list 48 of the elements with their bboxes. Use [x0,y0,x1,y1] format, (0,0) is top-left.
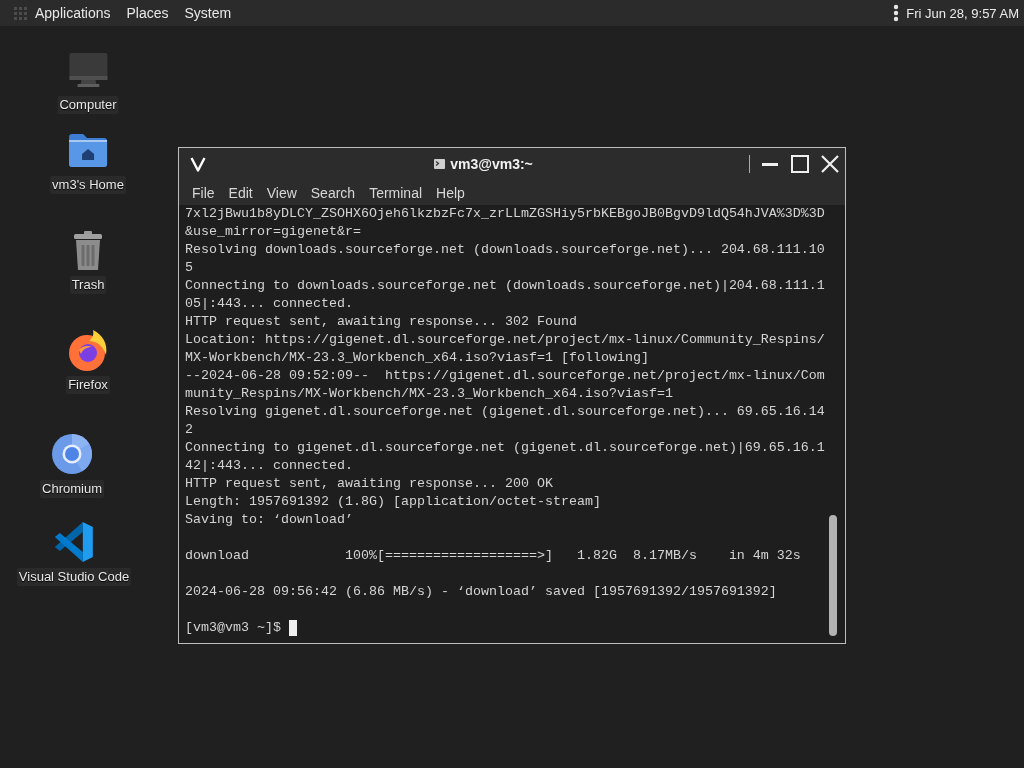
terminal-line: Connecting to gigenet.dl.sourceforge.net (gigenet.dl.sourceforge.net)|69.65.16.1 [185,439,825,457]
vertical-dots-icon[interactable] [893,4,900,22]
menu-item[interactable]: View [259,181,304,204]
menu-item[interactable]: Help [429,181,472,204]
menu-item[interactable]: Edit [221,181,260,204]
panel-menu[interactable]: Applications [27,2,119,24]
window-title: vm3@vm3:~ [450,156,533,172]
terminal-line: &use_mirror=gigenet&r= [185,223,362,241]
terminal-line: munity_Respins/MX-Workbench/MX-23.3_Workbench_x64.iso?viasf=1 [185,385,674,403]
desktop-icon-label[interactable]: Firefox [66,376,110,394]
terminal-line: MX-Workbench/MX-23.3_Workbench_x64.iso?viasf=1 [following] [185,349,650,367]
ribbon-logo-icon[interactable] [52,520,96,564]
desktop-icon-label[interactable]: Trash [69,276,107,294]
terminal-line: 42|:443... connected. [185,457,354,475]
terminal-line: 7xl2jBwu1b8yDLCY_ZSOHX6Ojeh6lkzbzFc7x_zrLLmZGSHiy5rbKEBgoJB0BgvD9ldQ54hJVA%3D%3D [185,205,825,223]
terminal-line: Saving to: ‘download’ [185,511,354,529]
terminal-line: 2024-06-28 09:56:42 (6.86 MB/s) - ‘download’ saved [1957691392/1957691392] [185,583,778,601]
terminal-line: HTTP request sent, awaiting response... 302 Found [185,313,578,331]
maximize-icon [791,155,809,173]
panel-menu[interactable]: System [176,2,240,24]
terminal-line: 05|:443... connected. [185,295,354,313]
panel-menu[interactable]: Places [118,2,177,24]
close-icon [821,155,839,173]
v-logo-icon[interactable] [190,156,206,172]
terminal-line: Connecting to downloads.sourceforge.net (downloads.sourceforge.net)|204.68.111.1 [185,277,825,295]
desktop-icon-label[interactable]: Computer [57,96,119,114]
desktop-icon-label[interactable]: Visual Studio Code [16,568,132,586]
circle-logo-icon[interactable] [50,432,94,476]
desktop-icon-label[interactable]: vm3's Home [50,176,126,194]
desktop-icon-label[interactable]: Chromium [40,480,104,498]
terminal-line: Resolving downloads.sourceforge.net (downloads.sourceforge.net)... 204.68.111.10 [185,241,825,259]
menu-item[interactable]: Terminal [362,181,430,204]
terminal-line: 5 [185,259,194,277]
terminal-icon [434,159,446,169]
minimize-icon [762,162,778,166]
terminal-line: Resolving gigenet.dl.sourceforge.net (gigenet.dl.sourceforge.net)... 69.65.16.14 [185,403,825,421]
terminal-line: --2024-06-28 09:52:09-- https://gigenet.dl.sourceforge.net/project/mx-linux/Com [185,367,825,385]
terminal-line: Length: 1957691392 (1.8G) [application/octet-stream] [185,493,602,511]
terminal-line: HTTP request sent, awaiting response... 200 OK [185,475,554,493]
terminal-line: Location: https://gigenet.dl.sourceforge.net/project/mx-linux/Community_Respins/ [185,331,825,349]
panel-clock[interactable]: Fri Jun 28, 9:57 AM [906,5,1019,21]
scrollbar-thumb[interactable] [829,515,837,636]
menu-item[interactable]: Search [303,181,363,204]
shell-prompt: [vm3@vm3 ~]$ [185,619,281,637]
terminal-line: download 100%[===================>] 1.82G 8.17MB/s in 4m 32s [185,547,802,565]
menu-item[interactable]: File [185,181,222,204]
terminal-line: 2 [185,421,194,439]
block-cursor-icon [289,620,297,636]
